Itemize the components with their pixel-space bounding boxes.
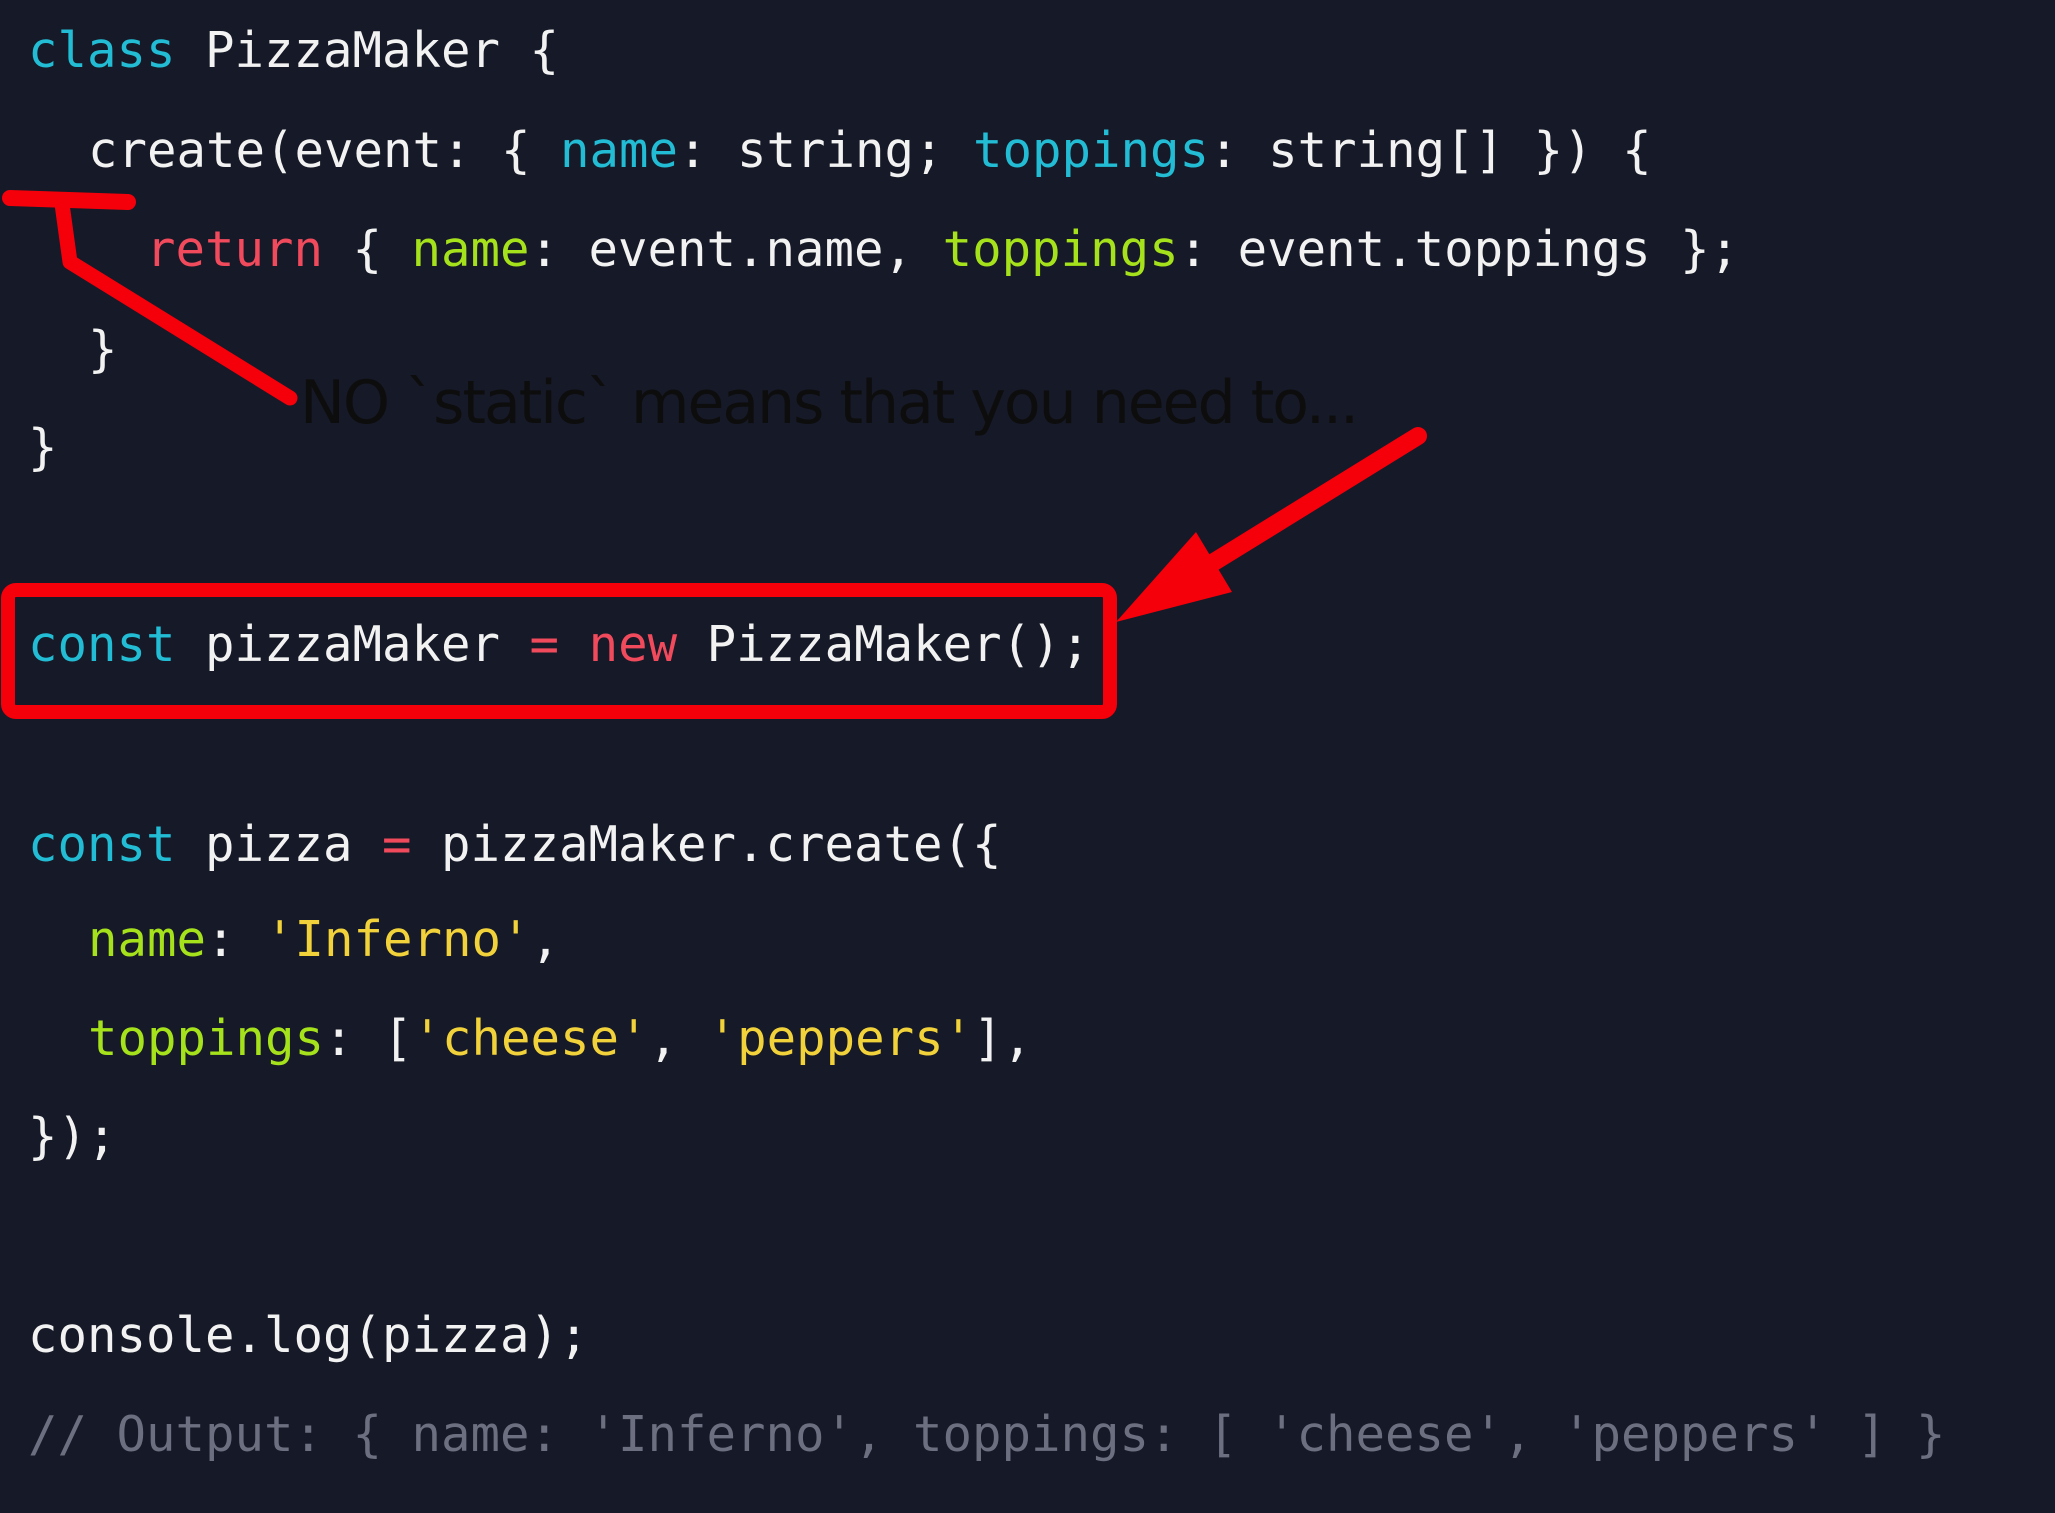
comma: ,: [648, 1010, 708, 1067]
colon: :: [206, 911, 266, 968]
return-toppings-key: toppings: [942, 221, 1179, 278]
annotation-text: NO `static` means that you need to...: [300, 368, 1359, 438]
code-line-class-declaration: class PizzaMaker {: [28, 16, 559, 86]
screenshot-canvas: class PizzaMaker { create(event: { name:…: [0, 0, 2055, 1513]
code-line-output-comment: // Output: { name: 'Inferno', toppings: …: [28, 1400, 1946, 1470]
keyword-const: const: [28, 816, 176, 873]
code-line-return: return { name: event.name, toppings: eve…: [146, 215, 1739, 285]
variable-pizzamaker: pizzaMaker: [175, 616, 530, 673]
create-call-start: pizzaMaker.create({: [411, 816, 1002, 873]
param-name-type: : string;: [678, 122, 974, 179]
constructor-call: PizzaMaker();: [677, 616, 1091, 673]
code-line-instantiation: const pizzaMaker = new PizzaMaker();: [28, 610, 1090, 680]
keyword-new: new: [588, 616, 678, 673]
annotation-arrow-shaft: [1179, 427, 1427, 587]
output-comment: // Output: { name: 'Inferno', toppings: …: [28, 1406, 1946, 1463]
console-log-call: console.log(pizza);: [28, 1307, 589, 1364]
annotation-arrow-head: [1116, 532, 1232, 622]
string-peppers: 'peppers': [707, 1010, 974, 1067]
keyword-class: class: [28, 22, 176, 79]
param-toppings-type: : string[] }) {: [1209, 122, 1652, 179]
return-open-brace: {: [323, 221, 412, 278]
comma: ,: [530, 911, 561, 968]
param-toppings-key: toppings: [973, 122, 1210, 179]
code-line-console-log: console.log(pizza);: [28, 1301, 589, 1371]
code-line-class-close: }: [28, 413, 58, 483]
operator-equals: =: [529, 616, 560, 673]
code-line-name-arg: name: 'Inferno',: [88, 905, 560, 975]
call-close: });: [28, 1108, 117, 1165]
param-name-key: name: [560, 122, 679, 179]
return-toppings-value: : event.toppings };: [1178, 221, 1740, 278]
operator-equals: =: [382, 816, 412, 873]
keyword-return: return: [146, 221, 324, 278]
code-line-create-method: create(event: { name: string; toppings: …: [88, 116, 1652, 186]
array-close: ],: [973, 1010, 1033, 1067]
method-close-brace: }: [88, 321, 118, 378]
string-inferno: 'Inferno': [265, 911, 531, 968]
code-line-method-close: }: [88, 315, 118, 385]
array-open: : [: [324, 1010, 413, 1067]
return-name-key: name: [411, 221, 530, 278]
class-close-brace: }: [28, 419, 58, 476]
method-signature-start: create(event: {: [88, 122, 561, 179]
code-line-call-close: });: [28, 1102, 117, 1172]
return-name-value: : event.name,: [529, 221, 943, 278]
keyword-const: const: [28, 616, 176, 673]
code-line-toppings-arg: toppings: ['cheese', 'peppers'],: [88, 1004, 1032, 1074]
arg-toppings-key: toppings: [88, 1010, 325, 1067]
variable-pizza: pizza: [175, 816, 383, 873]
arg-name-key: name: [88, 911, 207, 968]
code-line-create-call: const pizza = pizzaMaker.create({: [28, 810, 1002, 880]
annotation-bracket-bar: [2, 190, 136, 210]
class-name: PizzaMaker {: [175, 22, 560, 79]
string-cheese: 'cheese': [412, 1010, 649, 1067]
